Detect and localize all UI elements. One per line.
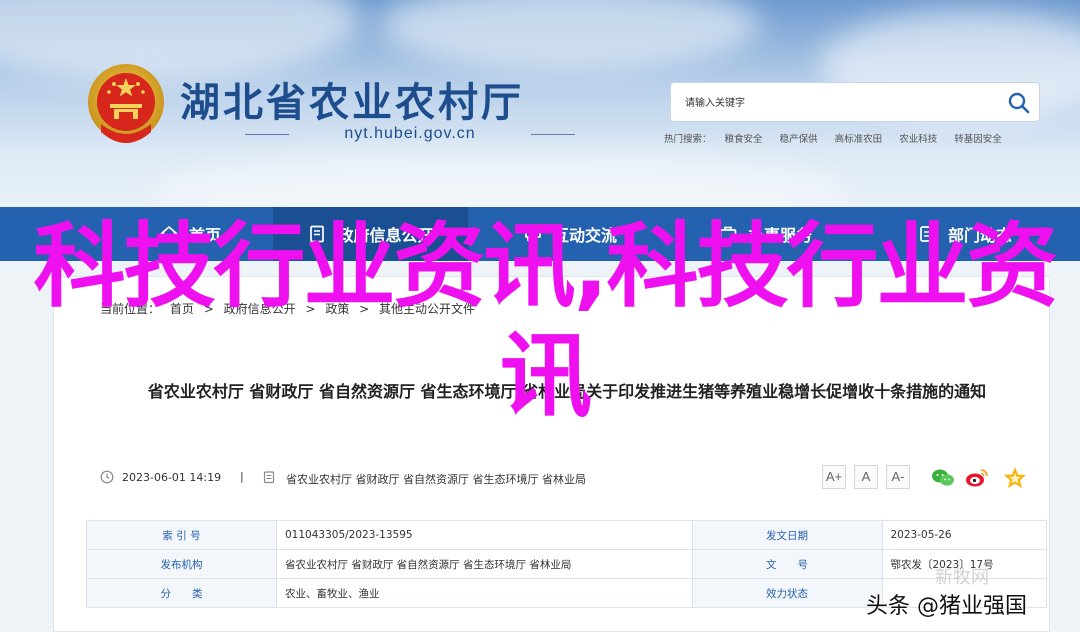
hot-search-term[interactable]: 转基因安全 (954, 134, 1002, 145)
wechat-icon[interactable] (930, 465, 956, 491)
nav-item-interaction[interactable]: 互动交流 (495, 207, 645, 261)
nav-item-dept-news[interactable]: 部门动态 (895, 207, 1035, 261)
site-url: nyt.hubei.gov.cn (344, 125, 476, 142)
font-button-label: A+ (825, 469, 843, 484)
site-header: 湖北省农业农村厅 nyt.hubei.gov.cn 热门搜索： 粮食安全 稳产保… (0, 0, 1080, 207)
font-increase-button[interactable]: A+ (822, 465, 846, 489)
font-decrease-button[interactable]: A- (886, 465, 910, 489)
article-title: 省农业农村厅 省财政厅 省自然资源厅 省生态环境厅 省林业局关于印发推进生猪等养… (147, 382, 987, 401)
breadcrumb-item[interactable]: 政策 (325, 302, 349, 316)
nav-item-home[interactable]: 首页 (120, 207, 260, 261)
article-meta: 2023-06-01 14:19 | 省农业农村厅 省财政厅 省自然资源厅 省生… (100, 465, 1034, 491)
table-value: 省农业农村厅 省财政厅 省自然资源厅 省生态环境厅 省林业局 (276, 549, 693, 579)
breadcrumb-separator: > (305, 302, 316, 316)
article-source: 省农业农村厅 省财政厅 省自然资源厅 省生态环境厅 省林业局 (286, 473, 586, 486)
search-input[interactable] (685, 93, 985, 113)
home-icon (160, 226, 178, 242)
breadcrumb-item[interactable]: 其他主动公开文件 (379, 302, 475, 316)
font-default-button[interactable]: A (854, 465, 878, 489)
search-icon[interactable] (1007, 91, 1031, 115)
table-value: 2023-05-26 (881, 520, 1047, 550)
nav-item-label: 办事服务 (747, 226, 812, 245)
nav-item-label: 政府信息公开 (337, 226, 434, 245)
table-key: 文 号 (691, 549, 883, 579)
national-emblem-icon[interactable] (85, 62, 167, 150)
nav-item-label: 首页 (188, 226, 221, 245)
table-row: 发布机构 省农业农村厅 省财政厅 省自然资源厅 省生态环境厅 省林业局 文 号 … (86, 549, 1047, 579)
hot-search-term[interactable]: 粮食安全 (725, 134, 763, 145)
table-key: 发文日期 (691, 520, 883, 550)
meta-separator: | (240, 470, 244, 483)
table-key: 效力状态 (691, 578, 883, 608)
font-button-label: A (861, 469, 871, 484)
watermark: 新牧网 (935, 567, 989, 588)
table-key: 分 类 (86, 578, 277, 608)
clock-icon (100, 470, 114, 484)
briefcase-icon (719, 226, 737, 242)
source-credit: 头条 @猪业强国 (866, 594, 1027, 619)
hot-search: 热门搜索： 粮食安全 稳产保供 高标准农田 农业科技 转基因安全 (664, 131, 1016, 145)
favorite-icon[interactable] (1002, 465, 1028, 491)
table-key: 索 引 号 (86, 520, 277, 550)
news-icon (920, 226, 936, 242)
nav-item-label: 部门动态 (947, 226, 1012, 245)
hot-search-term[interactable]: 高标准农田 (835, 134, 883, 145)
main-nav: 首页 政府信息公开 互动交流 办事服务 部门动态 (0, 207, 1080, 261)
breadcrumb-label: 当前位置： (100, 302, 161, 316)
breadcrumb: 当前位置： 首页 > 政府信息公开 > 政策 > 其他主动公开文件 (100, 300, 481, 317)
search-box (670, 82, 1040, 122)
site-title[interactable]: 湖北省农业农村厅 (180, 70, 524, 128)
nav-item-label: 互动交流 (552, 226, 617, 245)
hot-search-label: 热门搜索： (664, 134, 712, 145)
hot-search-term[interactable]: 稳产保供 (780, 134, 818, 145)
breadcrumb-item[interactable]: 首页 (170, 302, 194, 316)
table-key: 发布机构 (86, 549, 277, 579)
table-value: 农业、畜牧业、渔业 (276, 578, 693, 608)
chat-icon (525, 227, 541, 242)
breadcrumb-item[interactable]: 政府信息公开 (224, 302, 296, 316)
hot-search-term[interactable]: 农业科技 (899, 134, 937, 145)
site-url-line: nyt.hubei.gov.cn (245, 124, 575, 144)
nav-item-services[interactable]: 办事服务 (700, 207, 830, 261)
nav-item-gov-info[interactable]: 政府信息公开 (273, 207, 468, 261)
breadcrumb-separator: > (203, 302, 214, 316)
source-icon (263, 471, 275, 484)
font-button-label: A- (891, 469, 905, 484)
publish-date: 2023-06-01 14:19 (122, 471, 222, 484)
weibo-icon[interactable] (964, 465, 990, 491)
table-value: 011043305/2023-13595 (276, 520, 693, 550)
breadcrumb-separator: > (359, 302, 370, 316)
document-icon (310, 225, 325, 243)
table-row: 索 引 号 011043305/2023-13595 发文日期 2023-05-… (86, 520, 1047, 550)
